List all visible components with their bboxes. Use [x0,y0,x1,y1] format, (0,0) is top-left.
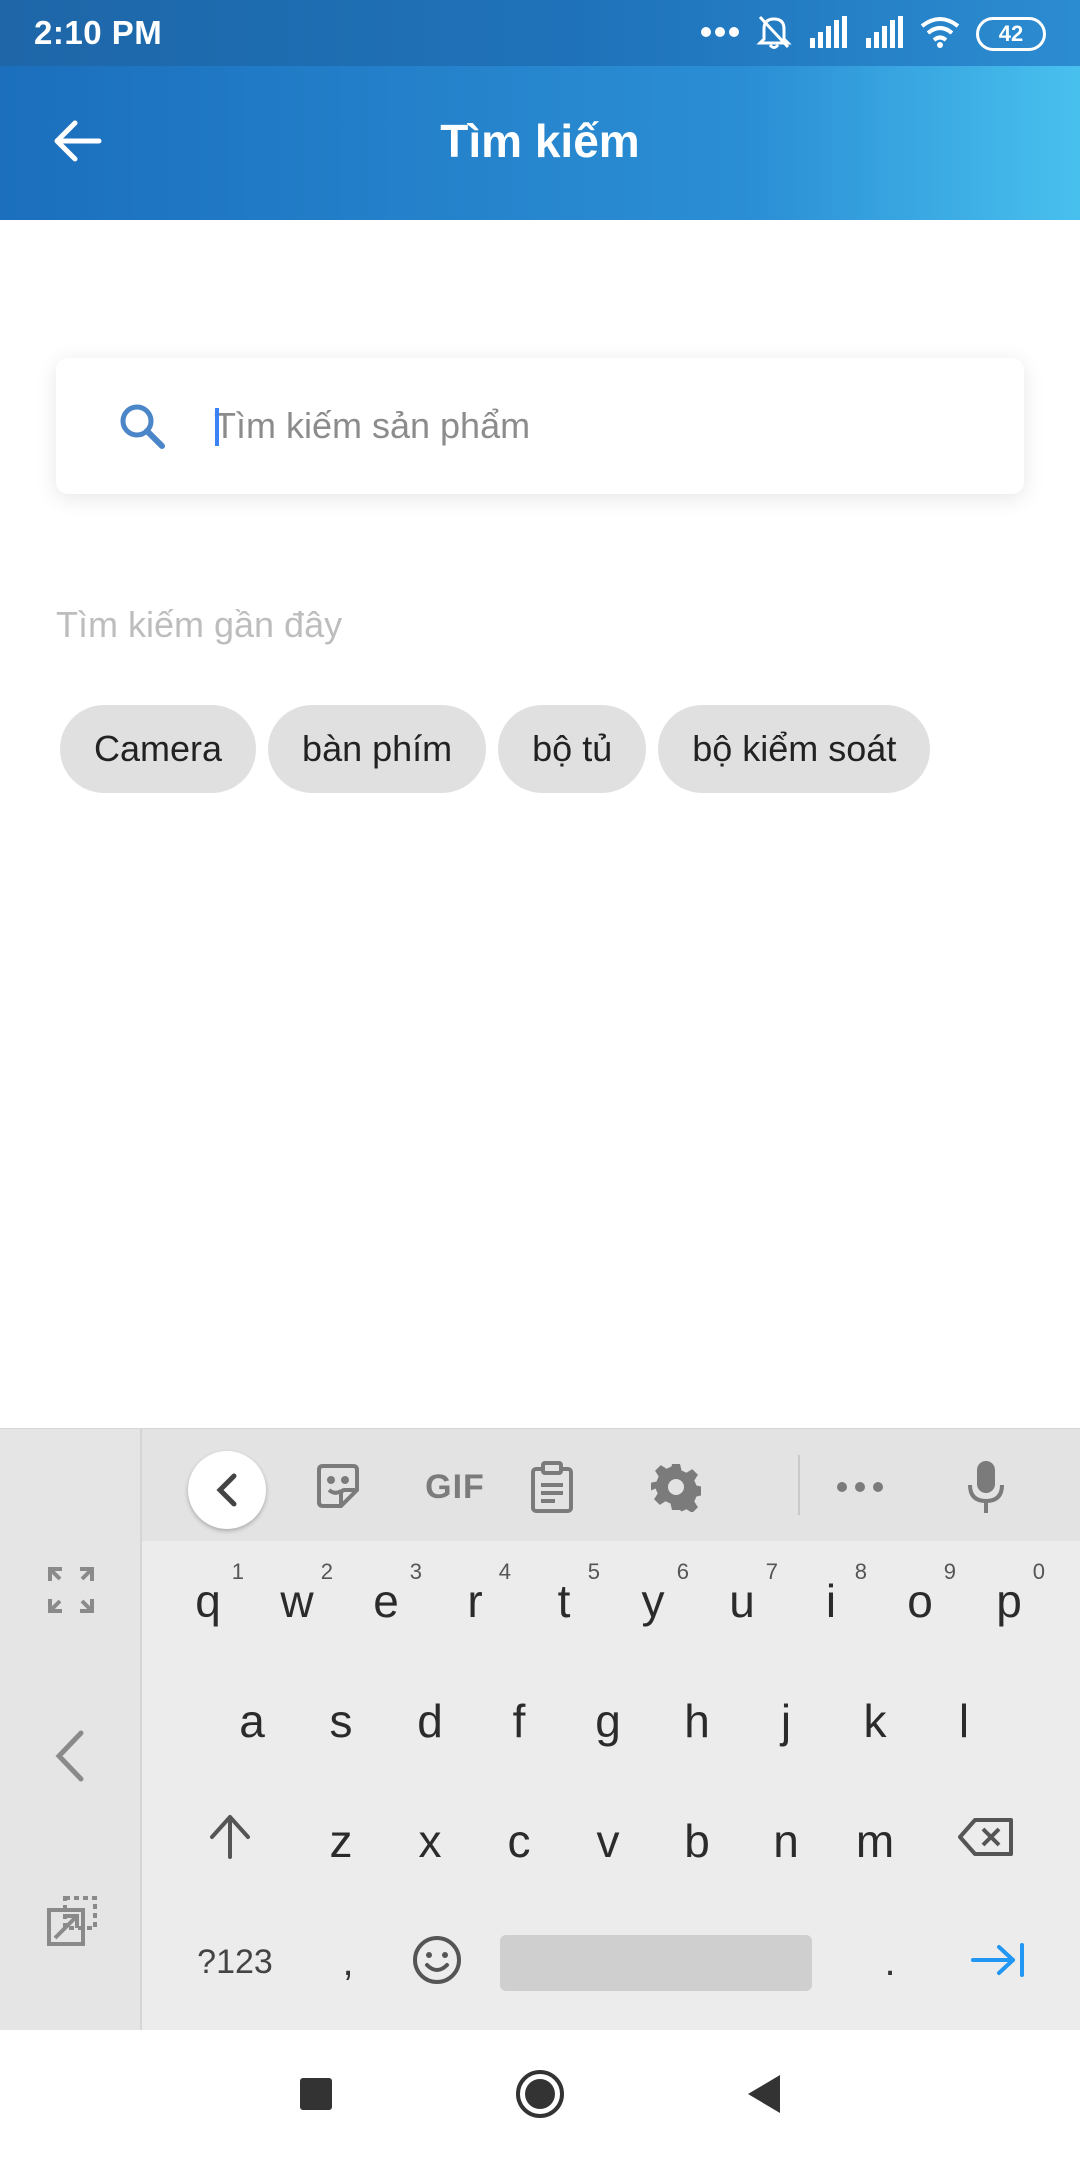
backspace-icon [957,1814,1015,1868]
battery-icon: 42 [976,17,1046,51]
tab-enter-icon [969,1941,1027,1984]
key-q[interactable]: q1 [164,1551,252,1651]
key-a[interactable]: a [208,1671,296,1771]
text-caret [215,408,219,446]
back-triangle-icon [744,2073,784,2120]
recent-chip[interactable]: bộ tủ [498,705,647,793]
search-input[interactable] [214,396,974,456]
search-box[interactable] [56,358,1024,494]
key-b[interactable]: b [653,1791,741,1891]
key-u[interactable]: u7 [698,1551,786,1651]
keyboard-toolbar: GIF [142,1429,1080,1541]
spacebar[interactable] [500,1935,812,1991]
key-m[interactable]: m [831,1791,919,1891]
back-nav-button[interactable] [734,2066,794,2126]
system-nav-bar [0,2030,1080,2160]
shift-key[interactable] [186,1791,274,1891]
period-key[interactable]: . [860,1929,920,1995]
key-v[interactable]: v [564,1791,652,1891]
recent-searches-title: Tìm kiếm gần đây [56,604,343,645]
more-icon[interactable] [830,1457,890,1517]
page-title: Tìm kiếm [440,115,640,167]
key-i[interactable]: i8 [787,1551,875,1651]
key-o[interactable]: o9 [876,1551,964,1651]
settings-icon[interactable] [646,1457,706,1517]
mute-icon [756,13,792,56]
key-y[interactable]: y6 [609,1551,697,1651]
key-x[interactable]: x [386,1791,474,1891]
backspace-key[interactable] [942,1791,1030,1891]
app-header: Tìm kiếm [0,66,1080,220]
key-l[interactable]: l [920,1671,1008,1771]
wifi-icon [920,16,960,53]
key-h[interactable]: h [653,1671,741,1771]
home-circle-icon [514,2068,566,2125]
clipboard-icon[interactable] [522,1457,582,1517]
recent-chip[interactable]: bộ kiểm soát [658,705,931,793]
key-c[interactable]: c [475,1791,563,1891]
key-w[interactable]: w2 [253,1551,341,1651]
toolbar-divider [798,1455,800,1515]
enter-key[interactable] [954,1929,1042,1995]
keyboard-side-panel [0,1429,142,2031]
status-time: 2:10 PM [34,14,163,51]
recent-search-chips: Camera bàn phím bộ tủ bộ kiểm soát [60,705,931,793]
symbols-key[interactable]: ?123 [180,1929,290,1995]
chevron-left-icon[interactable] [188,1451,266,1529]
more-dots-icon [700,25,740,43]
key-n[interactable]: n [742,1791,830,1891]
home-button[interactable] [510,2066,570,2126]
floating-keyboard-icon[interactable] [40,1891,102,1953]
key-d[interactable]: d [386,1671,474,1771]
recent-chip[interactable]: bàn phím [268,705,487,793]
soft-keyboard: GIF q1 w2 e3 r4 t5 y6 u7 i8 o 9 p 0 a s … [0,1428,1080,2031]
battery-level: 42 [998,21,1024,46]
microphone-icon[interactable] [956,1457,1016,1517]
gif-icon[interactable]: GIF [410,1457,500,1517]
chevron-left-icon[interactable] [40,1725,102,1787]
key-t[interactable]: t5 [520,1551,608,1651]
key-r[interactable]: r4 [431,1551,519,1651]
key-z[interactable]: z [297,1791,385,1891]
emoji-icon [411,1934,463,1991]
comma-key[interactable]: , [318,1929,378,1995]
key-k[interactable]: k [831,1671,919,1771]
gif-label: GIF [425,1467,485,1506]
status-icons: 42 [700,12,1046,56]
key-p[interactable]: p0 [965,1551,1053,1651]
recent-apps-button[interactable] [286,2066,346,2126]
key-e[interactable]: e3 [342,1551,430,1651]
square-icon [298,2076,334,2117]
key-j[interactable]: j [742,1671,830,1771]
recent-chip[interactable]: Camera [60,705,257,793]
app-screen: 2:10 PM 42 Tìm kiếm Tìm kiếm sản phẩm Tì… [0,0,1080,2160]
signal-icon [808,15,848,53]
sticker-icon[interactable] [308,1457,368,1517]
shift-icon [208,1813,252,1870]
expand-icon[interactable] [40,1559,102,1621]
emoji-key[interactable] [404,1929,470,1995]
key-g[interactable]: g [564,1671,652,1771]
key-s[interactable]: s [297,1671,385,1771]
search-icon [116,400,168,452]
status-bar: 2:10 PM 42 [0,0,1080,66]
key-f[interactable]: f [475,1671,563,1771]
signal-icon [864,15,904,53]
